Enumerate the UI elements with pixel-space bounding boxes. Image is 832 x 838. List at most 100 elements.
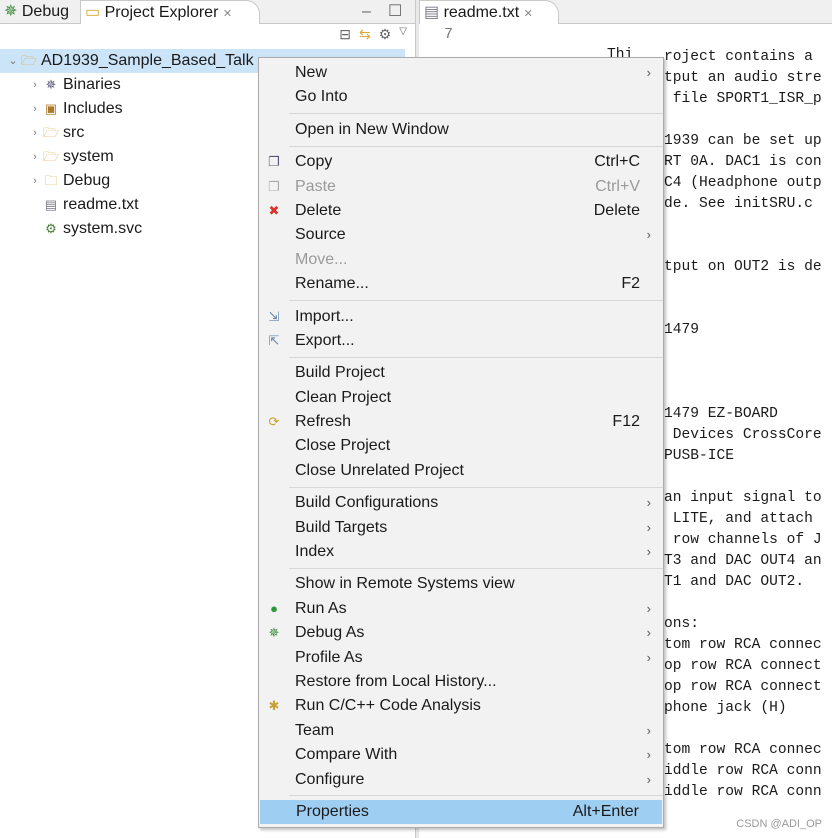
menu-item-close-project[interactable]: Close Project [259, 434, 663, 458]
close-icon[interactable]: ✕ [524, 8, 533, 20]
menu-item-build-targets[interactable]: Build Targets › [259, 516, 663, 540]
menu-shortcut: F2 [621, 275, 640, 293]
menu-item-label: Show in Remote Systems view [295, 575, 515, 593]
source-folder-icon: 🗁 [42, 125, 60, 140]
chevron-right-icon[interactable]: › [28, 121, 42, 145]
tab-readme[interactable]: ▤ readme.txt ✕ [419, 0, 559, 24]
view-menu-icon[interactable]: ▽ [399, 26, 407, 43]
chevron-right-icon: › [646, 722, 651, 738]
maximize-button[interactable]: ☐ [384, 0, 406, 24]
menu-item-build-project[interactable]: Build Project [259, 361, 663, 385]
tab-project-explorer[interactable]: ▭ Project Explorer ✕ [80, 0, 260, 24]
menu-item-label: Refresh [295, 413, 352, 431]
menu-item-label: Clean Project [295, 388, 392, 406]
project-folder-icon: 🗁 [20, 53, 38, 68]
minimize-button[interactable]: – [358, 0, 375, 24]
folder-icon: ▭ [85, 4, 101, 21]
menu-item-team[interactable]: Team › [259, 719, 663, 743]
view-toolbar: ⊟ ⇆ ⚙ ▽ [339, 26, 407, 43]
menu-item-label: Close Project [295, 437, 391, 455]
menu-item-close-unrelated-project[interactable]: Close Unrelated Project [259, 459, 663, 483]
menu-item-index[interactable]: Index › [259, 540, 663, 564]
menu-item-label: Properties [296, 802, 369, 820]
menu-item-show-in-remote-systems-view[interactable]: Show in Remote Systems view [259, 572, 663, 596]
tab-debug[interactable]: ✵ Debug [0, 0, 73, 24]
chevron-down-icon[interactable]: ⌄ [6, 49, 20, 73]
svc-file-icon: ⚙ [45, 221, 57, 236]
menu-item-paste[interactable]: ❐ Paste Ctrl+V [259, 175, 663, 199]
chevron-right-icon[interactable]: › [28, 97, 42, 121]
menu-shortcut: Ctrl+V [595, 177, 640, 195]
editor-line: roject contains a [664, 49, 813, 65]
menu-item-go-into[interactable]: Go Into [259, 85, 663, 109]
delete-icon: ✖ [268, 202, 280, 218]
menu-item-copy[interactable]: ❐ Copy Ctrl+C [259, 150, 663, 174]
menu-item-debug-as[interactable]: ✵ Debug As › [259, 621, 663, 645]
menu-item-restore-from-local-history[interactable]: Restore from Local History... [259, 670, 663, 694]
menu-shortcut: F12 [612, 413, 640, 431]
menu-item-source[interactable]: Source › [259, 223, 663, 247]
chevron-right-icon[interactable]: › [28, 145, 42, 169]
menu-item-label: Run C/C++ Code Analysis [295, 697, 481, 715]
folder-icon: 🗀 [44, 173, 58, 188]
editor-line: iddle row RCA conn [664, 784, 822, 800]
editor-line: tom row RCA connec [664, 742, 822, 758]
menu-item-label: Go Into [295, 88, 348, 106]
collapse-all-icon[interactable]: ⊟ [339, 26, 351, 43]
chevron-right-icon: › [646, 625, 651, 641]
chevron-right-icon[interactable]: › [28, 73, 42, 97]
menu-item-label: Copy [295, 153, 333, 171]
view-tabs: ✵ Debug ▭ Project Explorer ✕ – ☐ [0, 0, 415, 24]
menu-item-profile-as[interactable]: Profile As › [259, 646, 663, 670]
menu-item-build-configurations[interactable]: Build Configurations › [259, 491, 663, 515]
menu-item-refresh[interactable]: ⟳ Refresh F12 [259, 410, 663, 434]
menu-item-rename[interactable]: Rename... F2 [259, 272, 663, 296]
menu-item-label: Index [295, 543, 335, 561]
menu-separator [289, 486, 663, 488]
editor-line: an input signal to [664, 490, 822, 506]
editor-line: op row RCA connect [664, 658, 822, 674]
menu-item-label: Rename... [295, 275, 369, 293]
chevron-right-icon: › [646, 649, 651, 665]
editor-line: row channels of J [664, 532, 822, 548]
menu-item-label: Configure [295, 770, 365, 788]
menu-item-export[interactable]: ⇱ Export... [259, 329, 663, 353]
run-icon: ● [270, 600, 278, 616]
menu-item-open-in-new-window[interactable]: Open in New Window [259, 118, 663, 142]
menu-item-run-c-c-code-analysis[interactable]: ✱ Run C/C++ Code Analysis [259, 694, 663, 718]
menu-item-label: Profile As [295, 648, 363, 666]
debug-bug-icon: ✵ [4, 3, 18, 20]
refresh-icon: ⟳ [268, 414, 280, 430]
editor-line: de. See initSRU.c [664, 196, 813, 212]
menu-item-move[interactable]: Move... [259, 248, 663, 272]
menu-item-compare-with[interactable]: Compare With › [259, 743, 663, 767]
menu-item-label: Import... [295, 307, 354, 325]
menu-item-label: Build Targets [295, 518, 388, 536]
menu-item-label: Close Unrelated Project [295, 461, 464, 479]
menu-item-run-as[interactable]: ● Run As › [259, 597, 663, 621]
menu-shortcut: Ctrl+C [594, 153, 640, 171]
menu-item-label: Build Configurations [295, 494, 439, 512]
menu-separator [289, 113, 663, 115]
tree-item-label: readme.txt [63, 196, 139, 213]
includes-icon: ▣ [44, 101, 58, 116]
menu-separator [289, 795, 663, 797]
editor-line: T3 and DAC OUT4 an [664, 553, 822, 569]
tree-item-label: system.svc [63, 220, 143, 237]
menu-item-clean-project[interactable]: Clean Project [259, 386, 663, 410]
close-icon[interactable]: ✕ [223, 8, 232, 20]
chevron-right-icon: › [646, 600, 651, 616]
editor-line: op row RCA connect [664, 679, 822, 695]
chevron-right-icon[interactable]: › [28, 169, 42, 193]
link-editor-icon[interactable]: ⇆ [359, 26, 371, 43]
menu-item-properties[interactable]: Properties Alt+Enter [260, 799, 662, 825]
chevron-right-icon: › [646, 519, 651, 535]
chevron-right-icon: › [646, 771, 651, 787]
menu-item-delete[interactable]: ✖ Delete Delete [259, 199, 663, 223]
menu-item-import[interactable]: ⇲ Import... [259, 305, 663, 329]
view-settings-icon[interactable]: ⚙ [379, 26, 392, 43]
menu-item-configure[interactable]: Configure › [259, 768, 663, 792]
tree-item-label: system [63, 148, 114, 165]
editor-tabs: ▤ readme.txt ✕ [419, 0, 832, 24]
menu-item-new[interactable]: New › [259, 61, 663, 85]
